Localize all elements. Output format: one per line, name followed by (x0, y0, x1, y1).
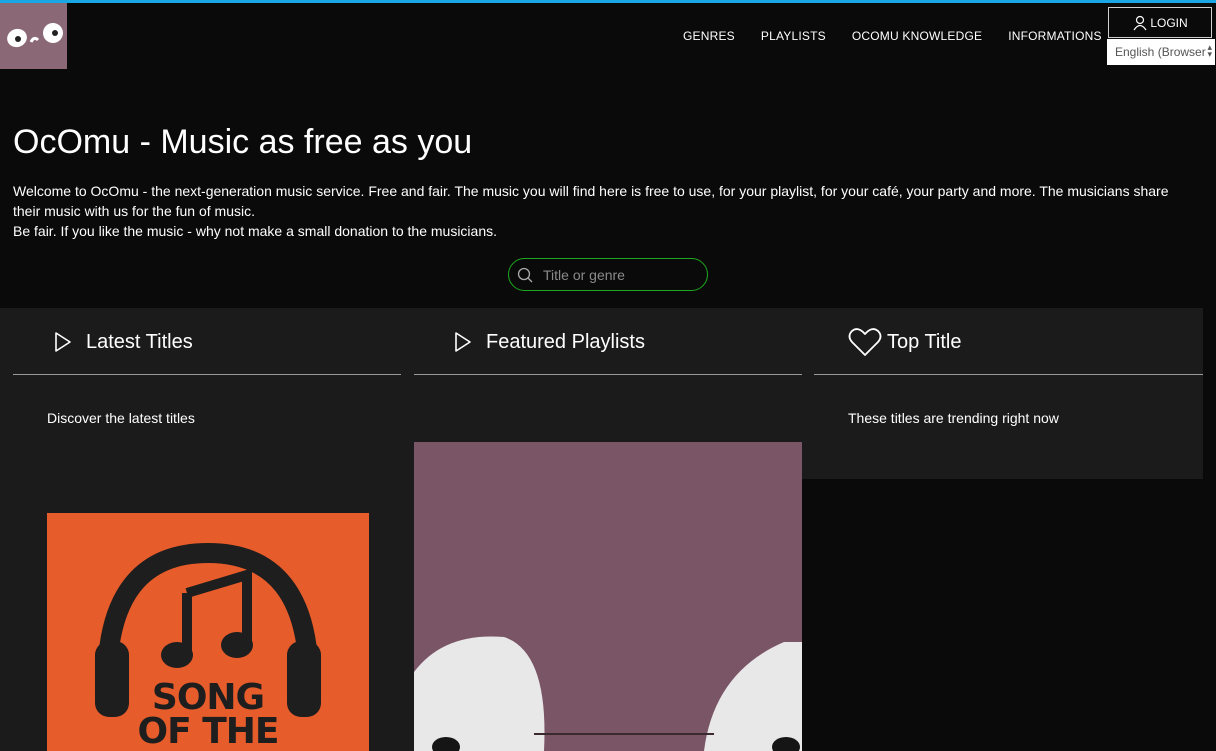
nav-informations[interactable]: INFORMATIONS (995, 28, 1115, 44)
song-art-line-1: SONG (151, 677, 265, 718)
song-art-text: SONG OF THE (47, 677, 369, 751)
main-nav: GENRES PLAYLISTS OCOMU KNOWLEDGE INFORMA… (670, 28, 1115, 44)
intro-paragraph-1: Welcome to OcOmu - the next-generation m… (13, 183, 1169, 219)
page-title: OcOmu - Music as free as you (13, 123, 473, 161)
language-value: English (Browser (1115, 45, 1206, 59)
nav-playlists[interactable]: PLAYLISTS (748, 28, 839, 44)
top-title-section: Top Title These titles are trending righ… (802, 308, 1203, 479)
select-arrows-icon: ▴ ▾ (1207, 42, 1212, 59)
heart-icon (848, 328, 882, 356)
playlist-cover-image[interactable] (414, 442, 802, 751)
play-icon (55, 332, 71, 352)
playlist-eyes-icon (414, 636, 802, 751)
featured-playlists-title: Featured Playlists (486, 330, 645, 353)
divider (13, 374, 401, 375)
nav-ocomu-knowledge[interactable]: OCOMU KNOWLEDGE (839, 28, 995, 44)
top-title-title: Top Title (887, 330, 962, 353)
divider (414, 374, 802, 375)
song-cover-image[interactable]: SONG OF THE (47, 513, 369, 751)
latest-titles-title: Latest Titles (86, 330, 193, 353)
featured-playlists-header[interactable]: Featured Playlists (453, 322, 645, 362)
top-title-description: These titles are trending right now (848, 410, 1059, 426)
nav-genres[interactable]: GENRES (670, 28, 748, 44)
login-button[interactable]: LOGIN (1108, 7, 1212, 38)
divider (814, 374, 1203, 375)
play-icon (455, 332, 471, 352)
search-input[interactable] (541, 265, 695, 284)
featured-playlists-section: Featured Playlists (413, 308, 802, 751)
user-icon (1133, 15, 1147, 30)
search-icon (517, 267, 533, 282)
intro-text: Welcome to OcOmu - the next-generation m… (13, 181, 1198, 241)
top-title-header[interactable]: Top Title (848, 322, 961, 362)
language-select[interactable]: English (Browser ▴ ▾ (1107, 39, 1215, 65)
logo-eyes-icon (6, 23, 63, 48)
top-accent-line (0, 0, 1216, 3)
latest-titles-header[interactable]: Latest Titles (53, 322, 193, 362)
search-box (508, 258, 708, 291)
intro-paragraph-2: Be fair. If you like the music - why not… (13, 223, 497, 239)
song-art-line-2: OF THE (137, 711, 279, 751)
login-label: LOGIN (1150, 15, 1188, 30)
logo[interactable] (0, 3, 67, 69)
latest-titles-description: Discover the latest titles (47, 410, 195, 426)
latest-titles-section: Latest Titles Discover the latest titles… (0, 308, 413, 751)
